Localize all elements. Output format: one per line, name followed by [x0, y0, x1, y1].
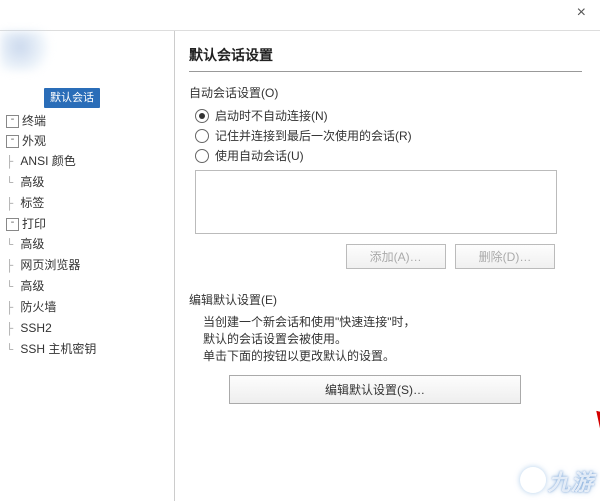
listbox-button-row: 添加(A)… 删除(D)… [195, 244, 555, 269]
category-tree[interactable]: 默认会话 -终端 -外观 ├ ANSI 颜色 └ 高级 ├ 标签 -打印 └ 高… [6, 87, 170, 360]
titlebar: × [0, 0, 600, 31]
radio-no-auto-connect[interactable]: 启动时不自动连接(N) [195, 107, 582, 124]
tree-item-ansi-colors[interactable]: ├ ANSI 颜色 [6, 151, 170, 172]
radio-use-auto-session[interactable]: 使用自动会话(U) [195, 147, 582, 164]
delete-button: 删除(D)… [455, 244, 555, 269]
tree-item-terminal[interactable]: -终端 [6, 111, 170, 131]
radio-icon [195, 149, 209, 163]
edit-defaults-group: 编辑默认设置(E) 当创建一个新会话和使用"快速连接"时， 默认的会话设置会被使… [189, 291, 582, 404]
radio-remember-last[interactable]: 记住并连接到最后一次使用的会话(R) [195, 127, 582, 144]
tree-item-selected[interactable]: 默认会话 [44, 88, 100, 108]
radio-icon [195, 129, 209, 143]
radio-icon [195, 109, 209, 123]
auto-session-listbox[interactable] [195, 170, 557, 234]
tree-item-advanced-2[interactable]: └ 高级 [6, 234, 170, 255]
dialog-window: × 默认会话 -终端 -外观 ├ ANSI 颜色 └ 高级 ├ 标签 -打印 └… [0, 0, 600, 501]
decorative-blur [0, 31, 50, 71]
tree-item-ssh-host-keys[interactable]: └ SSH 主机密钥 [6, 339, 170, 360]
tree-item-tabs[interactable]: ├ 标签 [6, 193, 170, 214]
category-tree-pane: 默认会话 -终端 -外观 ├ ANSI 颜色 └ 高级 ├ 标签 -打印 └ 高… [0, 31, 175, 501]
radio-label: 记住并连接到最后一次使用的会话(R) [215, 127, 412, 144]
panel-title: 默认会话设置 [189, 45, 582, 72]
edit-defaults-description: 当创建一个新会话和使用"快速连接"时， 默认的会话设置会被使用。 单击下面的按钮… [203, 314, 582, 365]
settings-panel: 默认会话设置 自动会话设置(O) 启动时不自动连接(N) 记住并连接到最后一次使… [175, 31, 600, 501]
tree-item-firewall[interactable]: ├ 防火墙 [6, 297, 170, 318]
radio-label: 启动时不自动连接(N) [215, 107, 328, 124]
close-icon[interactable]: × [577, 4, 586, 22]
tree-item-ssh2[interactable]: ├ SSH2 [6, 318, 170, 339]
edit-defaults-label: 编辑默认设置(E) [189, 291, 582, 308]
tree-item-advanced-3[interactable]: └ 高级 [6, 276, 170, 297]
radio-label: 使用自动会话(U) [215, 147, 304, 164]
tree-item-printing[interactable]: -打印 [6, 214, 170, 234]
tree-item-web-browser[interactable]: ├ 网页浏览器 [6, 255, 170, 276]
auto-session-group-label: 自动会话设置(O) [189, 84, 582, 101]
tree-item-advanced-1[interactable]: └ 高级 [6, 172, 170, 193]
edit-defaults-button[interactable]: 编辑默认设置(S)… [229, 375, 521, 404]
tree-item-appearance[interactable]: -外观 [6, 131, 170, 151]
add-button: 添加(A)… [346, 244, 446, 269]
dialog-body: 默认会话 -终端 -外观 ├ ANSI 颜色 └ 高级 ├ 标签 -打印 └ 高… [0, 31, 600, 501]
